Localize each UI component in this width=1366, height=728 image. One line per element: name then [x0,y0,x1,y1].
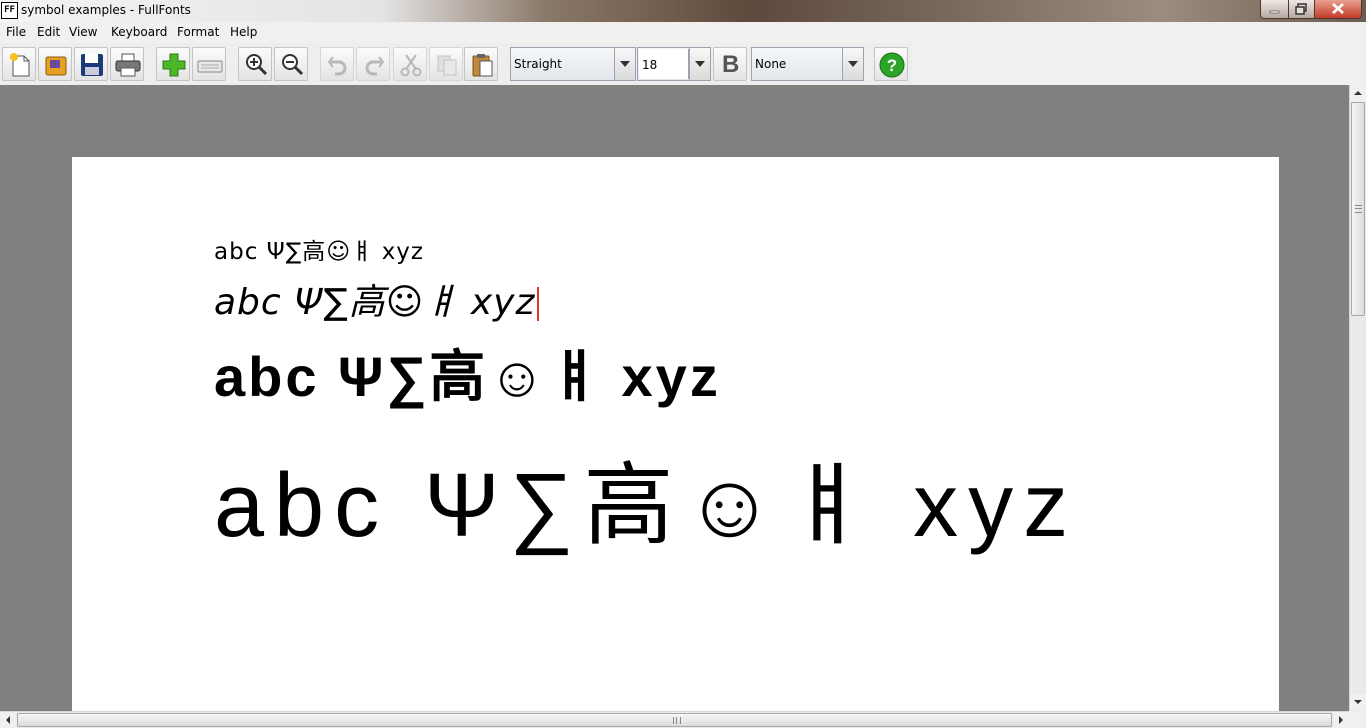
keyboard-button[interactable] [192,47,226,81]
size-dropdown-button[interactable] [689,48,710,80]
scrollbar-corner [1349,711,1366,728]
text-line-2[interactable]: abc Ψ∑高☺ㅒ xyz [214,273,540,325]
save-icon [81,54,103,76]
menu-view[interactable]: View [69,25,97,39]
zoom-out-icon [282,54,304,76]
vertical-scrollbar[interactable] [1349,85,1366,711]
app-logo-icon: FF [1,2,18,19]
style-select-value: Straight [514,57,562,71]
style-select[interactable]: Straight [510,47,636,81]
text-line-3[interactable]: abc Ψ∑高☺ㅒ xyz [214,332,721,413]
menu-help[interactable]: Help [230,25,257,39]
window-title: symbol examples - FullFonts [21,3,191,17]
grip-icon [673,717,681,724]
zoom-in-button[interactable] [238,47,272,81]
text-caret [537,287,540,321]
svg-text:?: ? [887,56,897,75]
open-button[interactable] [38,47,72,81]
undo-icon [327,56,347,76]
menu-edit[interactable]: Edit [37,25,60,39]
close-icon [1332,3,1344,14]
grip-icon [1355,205,1362,213]
redo-icon [365,56,385,76]
document-canvas[interactable]: abc Ψ∑高☺ㅒ xyz abc Ψ∑高☺ㅒ xyz abc Ψ∑高☺ㅒ xy… [0,85,1349,711]
paste-button[interactable] [464,47,498,81]
redo-button[interactable] [356,47,390,81]
save-button[interactable] [74,47,108,81]
horizontal-scrollbar[interactable] [0,711,1349,728]
menu-bar: File Edit View Keyboard Format Help [0,22,1366,44]
menu-file[interactable]: File [6,25,26,39]
size-value: 18 [642,58,658,72]
effect-select[interactable]: None [751,47,864,81]
help-icon: ? [879,52,905,78]
bold-icon: B [722,51,740,78]
chevron-down-icon [848,61,858,67]
arrow-right-icon [1339,716,1343,724]
size-select[interactable]: 18 [637,47,711,81]
restore-icon [1295,3,1307,15]
cut-button[interactable] [393,47,427,81]
copy-icon [437,55,457,76]
add-symbol-button[interactable] [156,47,190,81]
new-document-button[interactable] [2,47,36,81]
text-line-4[interactable]: abc Ψ∑高☺ㅒ xyz [214,432,1078,562]
zoom-in-icon [246,54,268,76]
arrow-left-icon [6,716,10,724]
scroll-up-button[interactable] [1350,85,1366,101]
print-icon [115,53,141,77]
copy-button[interactable] [429,47,463,81]
menu-keyboard[interactable]: Keyboard [111,25,167,39]
undo-button[interactable] [320,47,354,81]
toolbar-empty-area [912,43,1366,85]
effect-select-value: None [755,57,787,71]
arrow-down-icon [1354,700,1362,704]
chevron-down-icon [695,61,705,67]
chevron-down-icon [620,61,630,67]
text-line-2-content: abc Ψ∑高☺ㅒ xyz [214,282,536,323]
title-bar: FF symbol examples - FullFonts [0,0,1366,22]
toolbar: Straight 18 B None ? [0,43,912,85]
new-document-icon [10,53,30,77]
scroll-down-button[interactable] [1350,694,1366,710]
open-folder-icon [45,56,67,76]
bold-button[interactable]: B [713,47,747,81]
keyboard-icon [197,60,223,73]
add-symbol-icon [162,53,186,77]
horizontal-scroll-thumb[interactable] [17,713,1332,727]
zoom-out-button[interactable] [274,47,308,81]
minimize-icon [1269,10,1280,14]
menu-format[interactable]: Format [177,25,219,39]
cut-icon [400,54,422,77]
help-button[interactable]: ? [874,47,908,81]
vertical-scroll-thumb[interactable] [1351,102,1365,316]
arrow-up-icon [1354,91,1362,95]
scroll-left-button[interactable] [0,712,16,728]
effect-dropdown-button[interactable] [842,48,863,80]
paste-icon [472,54,493,77]
close-button[interactable] [1314,0,1362,19]
text-line-1[interactable]: abc Ψ∑高☺ㅒ xyz [214,232,424,266]
minimize-button[interactable] [1260,0,1289,19]
document-page[interactable]: abc Ψ∑高☺ㅒ xyz abc Ψ∑高☺ㅒ xyz abc Ψ∑高☺ㅒ xy… [72,157,1279,711]
scroll-right-button[interactable] [1333,712,1349,728]
print-button[interactable] [110,47,144,81]
restore-button[interactable] [1288,0,1315,19]
size-input[interactable]: 18 [639,49,689,79]
style-dropdown-button[interactable] [614,48,635,80]
